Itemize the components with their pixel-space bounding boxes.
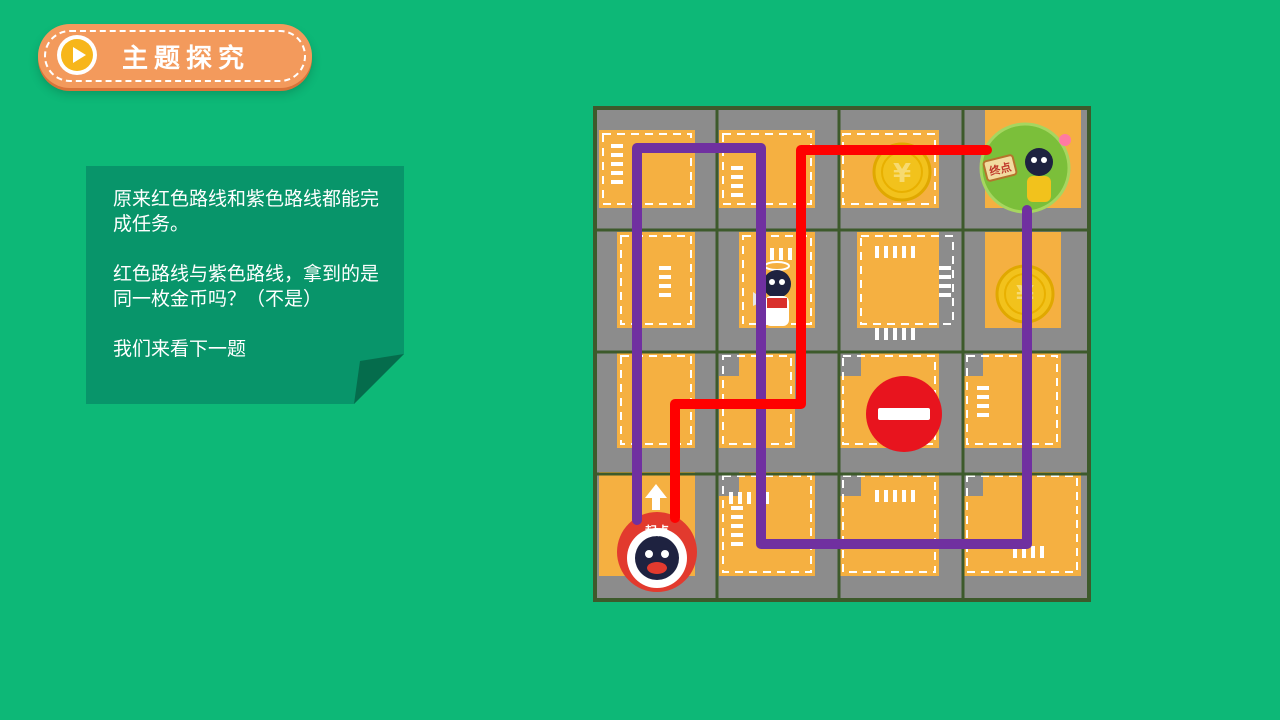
note-line-1: 原来红色路线和紫色路线都能完成任务。 <box>113 188 380 235</box>
note-line-2: 红色路线与紫色路线，拿到的是同一枚金币吗？（不是） <box>113 262 388 312</box>
no-entry-sign-icon <box>866 376 942 452</box>
note-line-3: 我们来看下一题 <box>113 338 247 360</box>
topic-title: 主题探究 <box>122 44 251 74</box>
play-icon[interactable] <box>57 35 97 75</box>
start-label: 起点 <box>644 523 669 538</box>
note-text: 原来红色路线和紫色路线都能完成任务。 红色路线与紫色路线，拿到的是同一枚金币吗？… <box>113 187 388 362</box>
end-marker: 终点 <box>979 122 1071 214</box>
maze-map: ¥ ¥ 终点 起点 <box>592 105 1092 603</box>
svg-text:¥: ¥ <box>893 159 911 189</box>
note-answer-hint: （不是） <box>246 288 323 310</box>
start-marker: 起点 <box>617 512 697 592</box>
topic-badge[interactable]: 主题探究 <box>38 24 312 88</box>
